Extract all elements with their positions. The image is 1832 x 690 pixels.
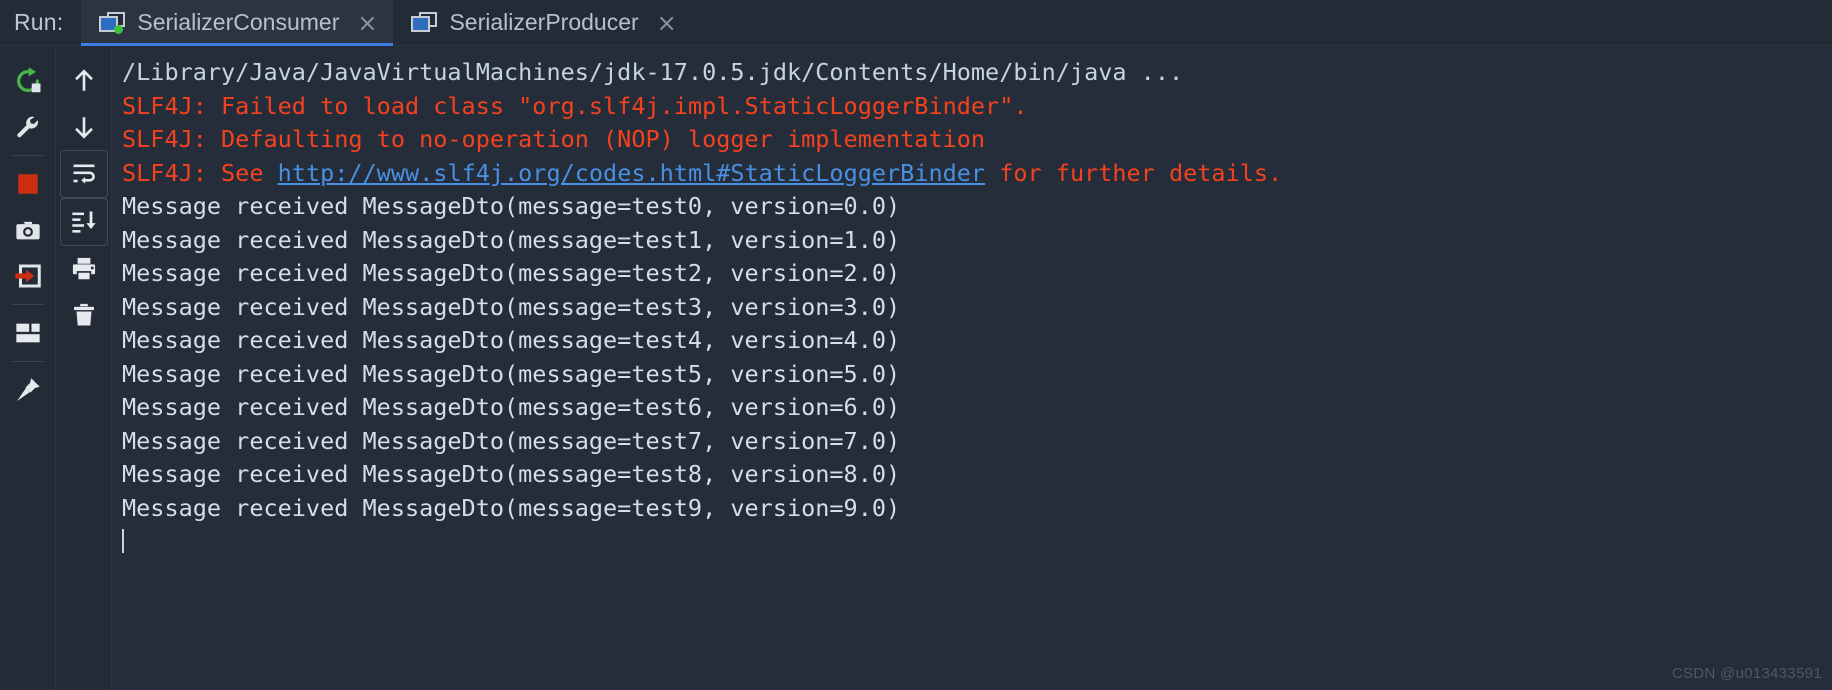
console-text-segment: Message received MessageDto(message=test…: [122, 326, 901, 354]
console-line-stderr: SLF4J: Defaulting to no-operation (NOP) …: [122, 123, 1832, 157]
console-line-stdout: Message received MessageDto(message=test…: [122, 458, 1832, 492]
edit-configuration-button[interactable]: [5, 104, 51, 150]
tab-label: SerializerConsumer: [137, 9, 340, 35]
layout-settings-button[interactable]: [5, 310, 51, 356]
scroll-to-end-icon: [71, 211, 96, 233]
up-stack-trace-button[interactable]: [61, 58, 107, 104]
resume-program-icon: [15, 264, 41, 288]
arrow-up-icon: [74, 69, 93, 91]
soft-wrap-button[interactable]: [59, 150, 108, 198]
console-text-segment: SLF4J: Defaulting to no-operation (NOP) …: [122, 125, 986, 153]
stop-icon: [17, 174, 38, 194]
tab-serializer-consumer[interactable]: SerializerConsumer ×: [81, 0, 394, 46]
run-configuration-icon: [411, 11, 438, 34]
console-text: /Library/Java/JavaVirtualMachines/jdk-17…: [122, 56, 1832, 559]
console-line-stderr: SLF4J: Failed to load class "org.slf4j.i…: [122, 90, 1832, 124]
console-text-segment: Message received MessageDto(message=test…: [122, 259, 901, 287]
print-icon: [72, 257, 95, 281]
console-caret-line: [122, 525, 1832, 559]
console-text-segment: Message received MessageDto(message=test…: [122, 426, 901, 455]
console-actions-toolbar: [56, 46, 112, 690]
rerun-icon: [16, 67, 40, 93]
tab-label: SerializerProducer: [449, 9, 639, 35]
console-text-segment: for further details.: [985, 158, 1283, 187]
scroll-to-end-button[interactable]: [59, 198, 108, 246]
close-icon[interactable]: ×: [657, 11, 677, 35]
console-line-stdout: Message received MessageDto(message=test…: [122, 324, 1832, 358]
pin-tab-button[interactable]: [5, 367, 51, 413]
close-icon[interactable]: ×: [357, 11, 377, 35]
stop-button[interactable]: [5, 161, 51, 207]
dump-threads-button[interactable]: [5, 207, 51, 253]
watermark: CSDN @u013433591: [1671, 665, 1822, 682]
console-text-segment: Message received MessageDto(message=test…: [122, 493, 901, 522]
console-line-stdout: Message received MessageDto(message=test…: [122, 190, 1832, 224]
console-line-stdout: Message received MessageDto(message=test…: [122, 257, 1832, 291]
console-line-stdout: Message received MessageDto(message=test…: [122, 391, 1832, 425]
toolbar-separator: [11, 155, 44, 156]
soft-wrap-icon: [73, 164, 95, 184]
arrow-down-icon: [74, 117, 93, 139]
console-text-segment: Message received MessageDto(message=test…: [122, 192, 901, 220]
run-label: Run:: [14, 9, 64, 35]
console-text-segment: SLF4J: Failed to load class "org.slf4j.i…: [122, 91, 1028, 120]
rerun-button[interactable]: [5, 58, 51, 104]
console-text-segment: Message received MessageDto(message=test…: [122, 460, 901, 488]
console-text-segment: /Library/Java/JavaVirtualMachines/jdk-17…: [122, 58, 1184, 86]
text-caret: [122, 529, 124, 553]
console-line-stdout: Message received MessageDto(message=test…: [122, 224, 1832, 258]
run-tool-window: Run: SerializerConsumer × SerializerProd…: [0, 0, 1832, 690]
console-text-segment: Message received MessageDto(message=test…: [122, 292, 901, 321]
console-line-stdout: Message received MessageDto(message=test…: [122, 425, 1832, 459]
console-line-stdout: Message received MessageDto(message=test…: [122, 358, 1832, 392]
run-actions-toolbar: [0, 46, 56, 690]
toolbar-separator: [11, 304, 44, 305]
run-configuration-icon: [99, 11, 126, 34]
trash-icon: [73, 303, 94, 326]
wrench-icon: [16, 116, 38, 138]
resume-program-button[interactable]: [5, 253, 51, 299]
print-button[interactable]: [61, 246, 107, 292]
pin-icon: [16, 378, 40, 401]
clear-all-button[interactable]: [61, 292, 107, 338]
layout-icon: [15, 323, 40, 343]
console-text-segment: SLF4J: See: [122, 158, 278, 187]
console-line-stderr: SLF4J: See http://www.slf4j.org/codes.ht…: [122, 157, 1832, 191]
console-text-segment: Message received MessageDto(message=test…: [122, 225, 901, 254]
camera-icon: [15, 221, 40, 240]
down-stack-trace-button[interactable]: [61, 104, 107, 150]
console-text-segment: Message received MessageDto(message=test…: [122, 359, 901, 388]
console-line-stdout: Message received MessageDto(message=test…: [122, 291, 1832, 325]
run-window-body: /Library/Java/JavaVirtualMachines/jdk-17…: [0, 46, 1832, 690]
console-line-command: /Library/Java/JavaVirtualMachines/jdk-17…: [122, 56, 1832, 90]
toolbar-separator: [11, 361, 44, 362]
console-line-stdout: Message received MessageDto(message=test…: [122, 492, 1832, 526]
console-text-segment: Message received MessageDto(message=test…: [122, 393, 901, 421]
console-link[interactable]: http://www.slf4j.org/codes.html#StaticLo…: [278, 159, 985, 187]
console-output[interactable]: /Library/Java/JavaVirtualMachines/jdk-17…: [112, 46, 1832, 690]
run-tab-bar: Run: SerializerConsumer × SerializerProd…: [0, 0, 1832, 46]
tab-serializer-producer[interactable]: SerializerProducer ×: [393, 0, 692, 45]
